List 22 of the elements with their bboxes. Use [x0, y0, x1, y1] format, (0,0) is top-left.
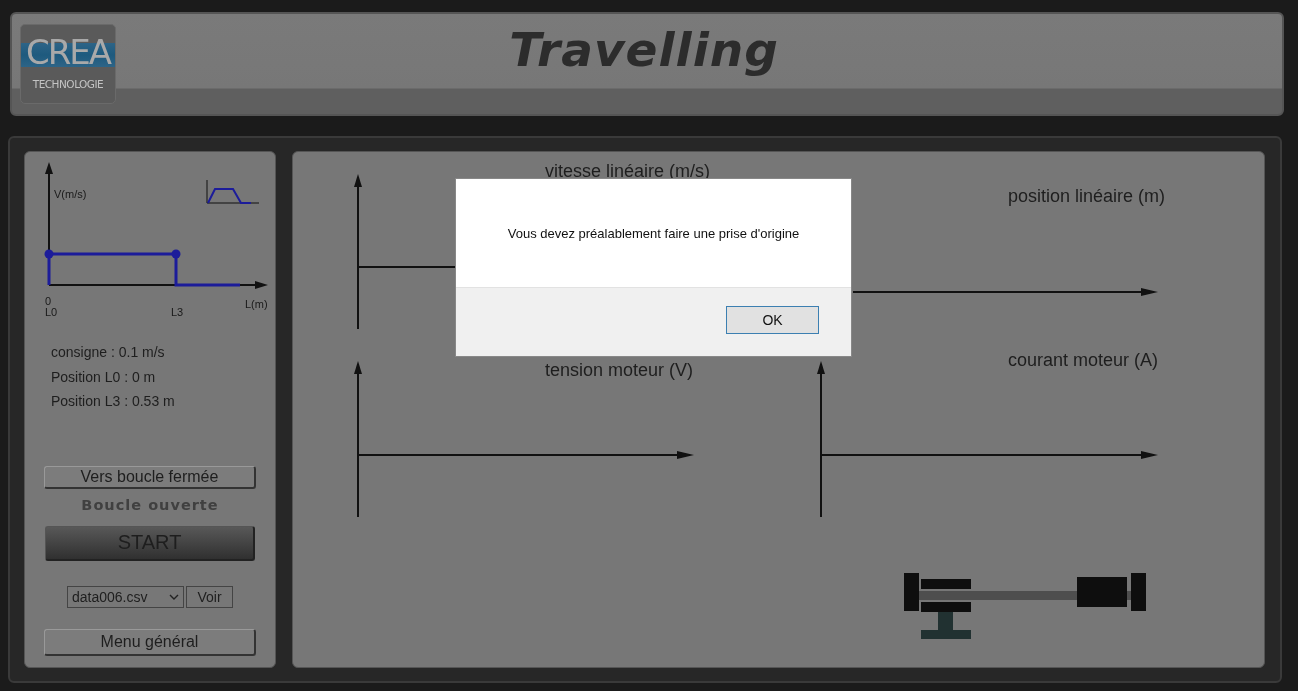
- file-select[interactable]: data006.csv: [67, 585, 184, 608]
- info-text: Position L3 : 0.53 m: [51, 392, 176, 411]
- ok-button[interactable]: OK: [726, 306, 819, 334]
- info-text: Position L0 : 0 m: [51, 367, 157, 387]
- page-title: Travelling: [509, 22, 779, 78]
- dialog-message: Vous devez préalablement faire une prise d'origine: [507, 225, 800, 241]
- axis-label: 0: [44, 295, 51, 307]
- chart-title: courant moteur (A): [1008, 350, 1159, 371]
- logo-subtitle: TECHNOLOGIE: [32, 77, 104, 91]
- axis-label: L(m): [244, 298, 268, 310]
- info-text: consigne : 0.1 m/s: [51, 343, 166, 362]
- chart-title: tension moteur (V): [545, 360, 694, 381]
- caret-icon: [169, 592, 179, 601]
- axis-label: L0: [44, 306, 57, 318]
- axis-label: L3: [170, 306, 183, 318]
- view-button[interactable]: Voir: [186, 585, 233, 608]
- chart-title: position linéaire (m): [1008, 186, 1166, 207]
- logo-text: CREA: [25, 31, 111, 74]
- mode-button[interactable]: Vers boucle fermée: [44, 465, 256, 489]
- profile-shape-icon: [206, 179, 259, 204]
- menu-button[interactable]: Menu général: [44, 628, 256, 656]
- axis-label: V(m/s): [53, 188, 86, 200]
